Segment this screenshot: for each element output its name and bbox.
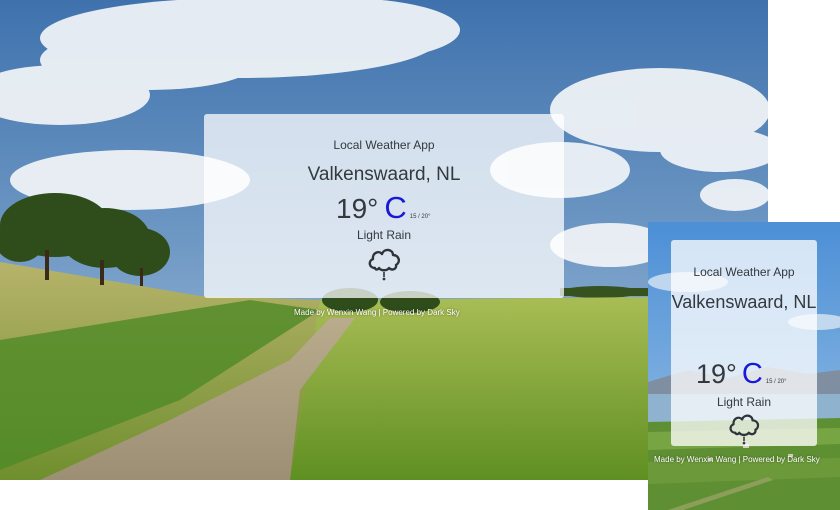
unit-toggle[interactable]: C — [742, 358, 763, 390]
temperature-row: 19° C 15 / 20° — [204, 190, 564, 226]
condition-label: Light Rain — [356, 228, 412, 242]
rain-cloud-icon — [729, 414, 760, 445]
footer-credit: Made by Wenxin Wang | Powered by Dark Sk… — [654, 455, 820, 464]
mobile-screenshot: Local Weather App Valkenswaard, NL 19° C 1… — [648, 222, 840, 510]
rain-cloud-icon — [368, 248, 401, 281]
temperature-value: 19° — [336, 193, 379, 224]
app-title: Local Weather App — [693, 265, 795, 279]
temperature-range: 15 / 20° — [409, 214, 431, 220]
temperature-range: 15 / 20° — [765, 379, 787, 385]
location-label: Valkenswaard, NL — [307, 164, 461, 185]
weather-card-mobile: Local Weather App Valkenswaard, NL 19° C 1… — [671, 240, 817, 446]
condition-label: Light Rain — [716, 395, 772, 409]
app-title: Local Weather App — [333, 138, 435, 152]
temperature-row: 19° C 15 / 20° — [671, 358, 817, 390]
footer-credit: Made by Wenxin Wang | Powered by Dark Sk… — [294, 308, 460, 317]
temperature-value: 19° — [696, 359, 737, 389]
unit-toggle[interactable]: C — [384, 190, 406, 225]
weather-card: Local Weather App Valkenswaard, NL 19° C 1… — [204, 114, 564, 298]
location-label: Valkenswaard, NL — [671, 292, 817, 312]
